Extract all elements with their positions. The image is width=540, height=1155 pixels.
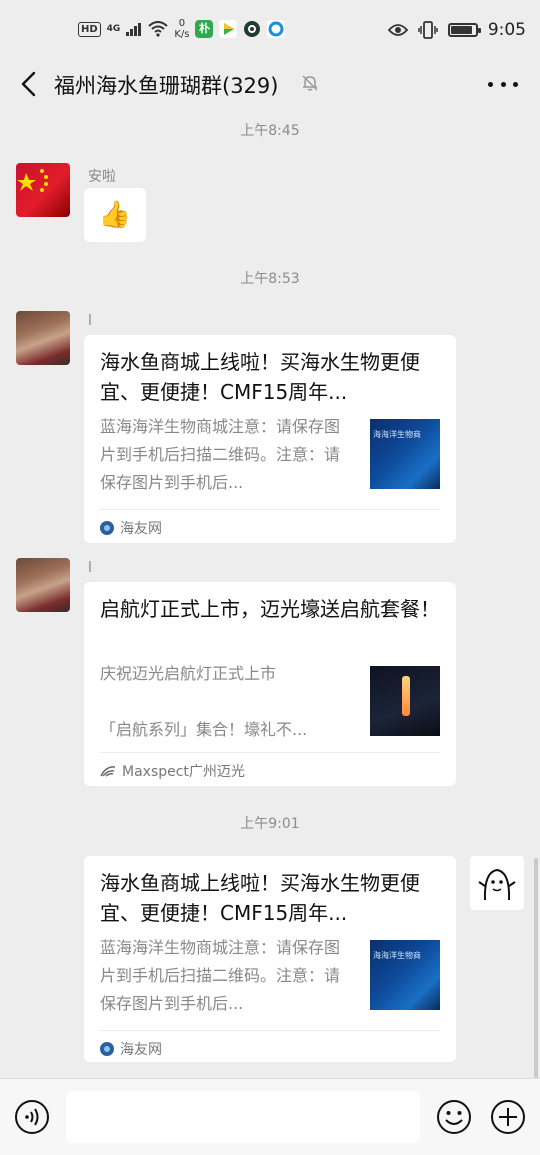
- timestamp: 上午9:01: [240, 816, 300, 832]
- browser-icon: [267, 20, 286, 38]
- app-badge-icon: 朴: [195, 20, 214, 38]
- wifi-icon: [148, 21, 168, 37]
- plus-icon[interactable]: [490, 1099, 526, 1135]
- avatar[interactable]: [16, 163, 70, 217]
- avatar[interactable]: [470, 856, 524, 910]
- status-left: HD 4G 0 K/s 朴: [78, 18, 286, 40]
- signal-icon: [126, 23, 142, 36]
- network-speed: 0 K/s: [174, 18, 189, 40]
- ghost-icon: [478, 868, 516, 901]
- status-bar: HD 4G 0 K/s 朴 9:05: [0, 0, 540, 58]
- sender-name: l: [88, 560, 92, 576]
- emoji-icon[interactable]: [436, 1099, 472, 1135]
- network-speed-unit: K/s: [174, 29, 190, 40]
- battery-icon: [447, 23, 481, 37]
- card-source: Maxspect广州迈光: [100, 752, 440, 788]
- source-icon: [100, 1041, 114, 1056]
- chat-title: 福州海水鱼珊瑚群(329): [54, 74, 279, 98]
- network-type: 4G: [106, 24, 121, 34]
- mute-bell-icon: [302, 75, 318, 91]
- source-icon: [100, 765, 116, 777]
- app-icon: [244, 21, 261, 37]
- chat-header: 福州海水鱼珊瑚群(329): [0, 58, 540, 110]
- status-right: 9:05: [387, 20, 526, 40]
- network-speed-value: 0: [178, 18, 186, 29]
- more-options-icon[interactable]: [488, 72, 518, 96]
- card-description: 庆祝迈光启航灯正式上市 「启航系列」集合！壕礼不...: [100, 664, 308, 739]
- source-icon: [100, 520, 114, 535]
- link-card[interactable]: 海水鱼商城上线啦！买海水生物更便宜、更便捷！CMF15周年... 蓝海海洋生物商…: [84, 335, 456, 543]
- thumbs-up-icon: 👍: [98, 200, 132, 230]
- scrollbar[interactable]: [534, 858, 538, 1078]
- back-arrow-icon[interactable]: [14, 68, 46, 100]
- card-title: 海水鱼商城上线啦！买海水生物更便宜、更便捷！CMF15周年...: [100, 871, 420, 925]
- card-thumbnail: [370, 666, 440, 736]
- timestamp: 上午8:45: [240, 123, 300, 139]
- card-source-name: 海友网: [120, 1041, 162, 1058]
- voice-icon[interactable]: [14, 1099, 50, 1135]
- card-description: 蓝海海洋生物商城注意：请保存图片到手机后扫描二维码。注意：请保存图片到手机后..…: [100, 938, 341, 1013]
- message-bubble[interactable]: 👍: [84, 188, 146, 242]
- link-card[interactable]: 启航灯正式上市，迈光壕送启航套餐！ 庆祝迈光启航灯正式上市 「启航系列」集合！壕…: [84, 582, 456, 786]
- card-source: 海友网: [100, 509, 440, 545]
- card-image-text: 海海洋生物商: [373, 951, 421, 960]
- card-source: 海友网: [100, 1030, 440, 1066]
- card-thumbnail: 海海洋生物商: [370, 419, 440, 489]
- card-thumbnail: 海海洋生物商: [370, 940, 440, 1010]
- input-bar: [0, 1078, 540, 1155]
- eye-icon: [387, 24, 408, 36]
- hd-badge: HD: [78, 21, 101, 37]
- avatar[interactable]: [16, 558, 70, 612]
- clock: 9:05: [487, 20, 526, 40]
- card-source-name: Maxspect广州迈光: [122, 763, 245, 780]
- link-card[interactable]: 海水鱼商城上线啦！买海水生物更便宜、更便捷！CMF15周年... 蓝海海洋生物商…: [84, 856, 456, 1062]
- message-input[interactable]: [66, 1091, 420, 1143]
- sender-name: 安啦: [88, 169, 116, 185]
- card-image-text: 海海洋生物商: [373, 430, 421, 439]
- sender-name: l: [88, 313, 92, 329]
- play-app-icon: [219, 20, 238, 38]
- avatar[interactable]: [16, 311, 70, 365]
- vibrate-icon: [418, 21, 438, 39]
- timestamp: 上午8:53: [240, 271, 300, 287]
- card-description: 蓝海海洋生物商城注意：请保存图片到手机后扫描二维码。注意：请保存图片到手机后..…: [100, 417, 341, 492]
- card-title: 海水鱼商城上线啦！买海水生物更便宜、更便捷！CMF15周年...: [100, 350, 420, 404]
- card-source-name: 海友网: [120, 520, 162, 537]
- flag-icon: [17, 169, 48, 192]
- card-title: 启航灯正式上市，迈光壕送启航套餐！: [100, 597, 440, 621]
